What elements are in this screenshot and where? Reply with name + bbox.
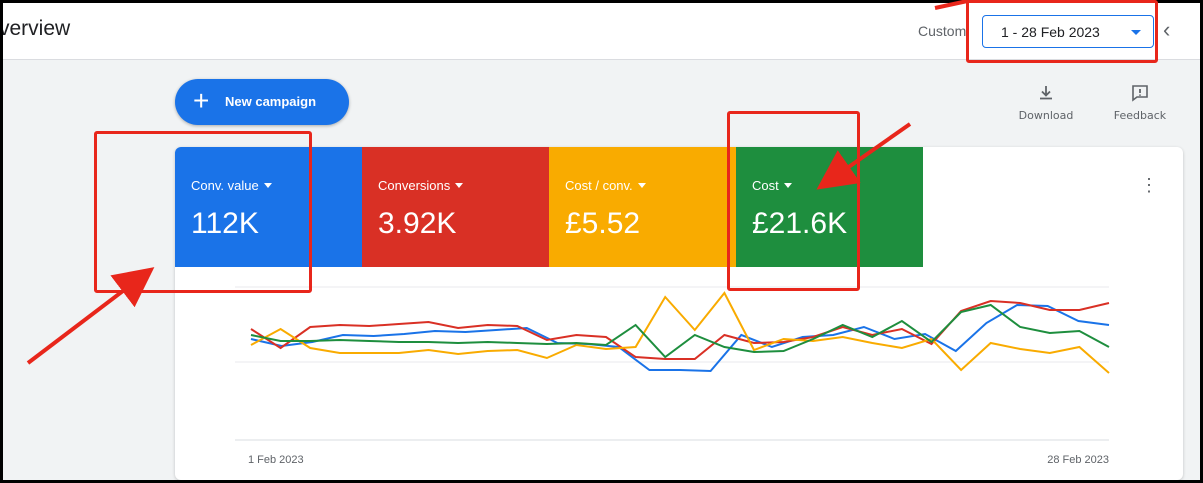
date-preset-label[interactable]: Custom <box>918 23 966 39</box>
x-axis-start-label: 1 Feb 2023 <box>248 454 304 466</box>
series-layer <box>250 291 1110 374</box>
new-campaign-button[interactable]: + New campaign <box>175 79 349 125</box>
download-icon <box>1040 86 1052 100</box>
app-frame: verview Custom 1 - 28 Feb 2023 ‹ + New c… <box>3 3 1200 480</box>
page-title: verview <box>3 17 71 40</box>
plus-icon: + <box>193 85 210 116</box>
feedback-label: Feedback <box>1113 109 1167 122</box>
feedback-icon <box>1132 85 1148 102</box>
feedback-button[interactable]: Feedback <box>1107 83 1173 122</box>
download-label: Download <box>1018 109 1074 122</box>
performance-card: Conv. value 112K Conversions 3.92K Cost … <box>175 147 1183 480</box>
dropdown-caret-icon <box>1131 30 1141 35</box>
chevron-left-icon[interactable]: ‹ <box>1163 17 1170 43</box>
date-range-value: 1 - 28 Feb 2023 <box>1001 24 1100 40</box>
performance-chart: 1 Feb 2023 28 Feb 2023 <box>235 286 1110 466</box>
download-button[interactable]: Download <box>1013 83 1079 122</box>
date-range-picker[interactable]: 1 - 28 Feb 2023 <box>982 15 1154 48</box>
x-axis-end-label: 28 Feb 2023 <box>1047 454 1109 466</box>
series-line-1 <box>250 299 1110 360</box>
top-bar: verview Custom 1 - 28 Feb 2023 ‹ <box>3 3 1200 60</box>
new-campaign-label: New campaign <box>225 94 317 109</box>
